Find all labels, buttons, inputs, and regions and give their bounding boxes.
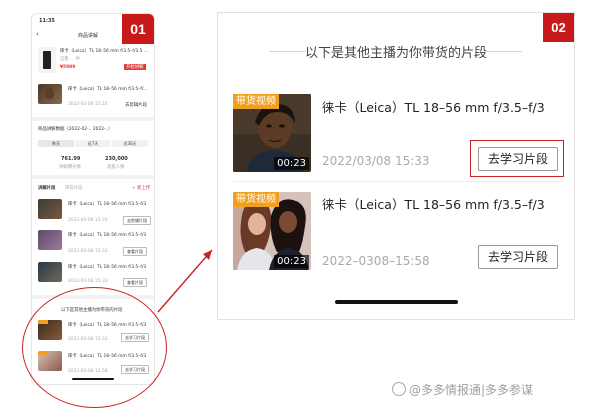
clip-thumbnail[interactable]: 带货视频 00:23: [233, 192, 311, 270]
title-divider-right: [485, 51, 522, 52]
clip-action-button[interactable]: 查看片段: [123, 278, 147, 287]
nav-title: 商品讲解: [78, 33, 99, 39]
metric-value-1: 761.99: [61, 156, 81, 162]
stats-tab-30days[interactable]: 近30天: [112, 140, 148, 147]
metric-label-1: 讲解曝光数: [59, 165, 81, 170]
zoomed-panel: 02 以下是其他主播为你带货的片段 带货视频 00:23 徕卡（Leica）TL…: [217, 12, 575, 320]
product-tag[interactable]: 开始讲解: [124, 64, 146, 70]
stats-tab-yesterday[interactable]: 昨天: [38, 140, 74, 147]
clip-date: 2022–0308–15:58: [322, 254, 430, 268]
status-time: 11:35: [39, 18, 55, 24]
step-badge-01: 01: [122, 14, 154, 44]
back-icon[interactable]: ‹: [36, 30, 39, 38]
clip-date: 2022/03/08 15:33: [322, 154, 430, 168]
divider: [32, 175, 154, 179]
related-clip-action[interactable]: 去剪辑片段: [125, 102, 147, 108]
duration-badge: 00:23: [274, 255, 309, 268]
product-title: 徕卡（Leica）TL 18–56 mm f/3.5–f/3.5 ...: [60, 49, 148, 54]
related-clip-title: 徕卡（Leica）TL 18–56 mm f/3.5–f/...: [68, 87, 148, 92]
clip-title: 徕卡（Leica）TL 18–56 mm f/3.5–f/3: [68, 265, 147, 270]
clip-action-button[interactable]: 查看片段: [123, 247, 147, 256]
watermark: @多多情报通|多多参谋: [392, 380, 592, 400]
related-clip-thumbnail[interactable]: [38, 84, 62, 104]
learn-clip-button[interactable]: 去学习片段: [478, 245, 558, 269]
clip-title: 徕卡（Leica）TL 18–56 mm f/3.5–f/3: [68, 233, 147, 238]
metric-value-2: 230,000: [105, 156, 128, 162]
clip-date: 2022-03-08 15:33: [68, 249, 108, 254]
item-divider: [233, 181, 559, 182]
clip-date: 2022-03-08 15:33: [68, 218, 108, 223]
tab-explain-clips[interactable]: 讲解片段: [38, 185, 56, 191]
goods-video-badge: 带货视频: [233, 94, 279, 109]
clip-title: 徕卡（Leica）TL 18–56 mm f/3.5–f/3: [322, 197, 545, 212]
clip-date: 2022-03-08 15:33: [68, 279, 108, 284]
clip-thumbnail[interactable]: [38, 199, 62, 219]
step-badge-02: 02: [543, 13, 574, 42]
watermark-text: @多多情报通|多多参谋: [409, 383, 534, 397]
metric-label-2: 观看人数: [107, 165, 125, 170]
upload-clip-button[interactable]: + 新上传: [132, 185, 150, 191]
product-subtitle: 已售 ... 件: [60, 57, 81, 62]
arrow-icon: [157, 249, 213, 313]
stats-tab-7days[interactable]: 近7天: [75, 140, 111, 147]
clip-thumbnail[interactable]: [38, 262, 62, 282]
highlight-box: [470, 140, 564, 177]
clip-title: 徕卡（Leica）TL 18–56 mm f/3.5–f/3: [322, 100, 545, 115]
home-indicator: [335, 300, 458, 304]
related-clip-date: 2022-03-08 15:22: [68, 102, 108, 107]
clip-action-button[interactable]: 去剪辑片段: [123, 216, 151, 225]
goods-video-badge: 带货视频: [233, 192, 279, 207]
clip-title: 徕卡（Leica）TL 18–56 mm f/3.5–f/3: [68, 202, 147, 207]
product-image: [38, 47, 56, 73]
duration-badge: 00:23: [274, 157, 309, 170]
watermark-logo-icon: [392, 382, 406, 396]
product-price: ¥5999: [60, 65, 76, 70]
stats-title: 商品讲解数据（2022-02-.. 2022-..）: [38, 127, 113, 132]
clip-thumbnail[interactable]: 带货视频 00:23: [233, 94, 311, 172]
divider: [32, 117, 154, 121]
tab-goods-clips[interactable]: 带货片段: [65, 185, 83, 191]
highlight-circle: [22, 287, 167, 408]
clip-thumbnail[interactable]: [38, 230, 62, 250]
